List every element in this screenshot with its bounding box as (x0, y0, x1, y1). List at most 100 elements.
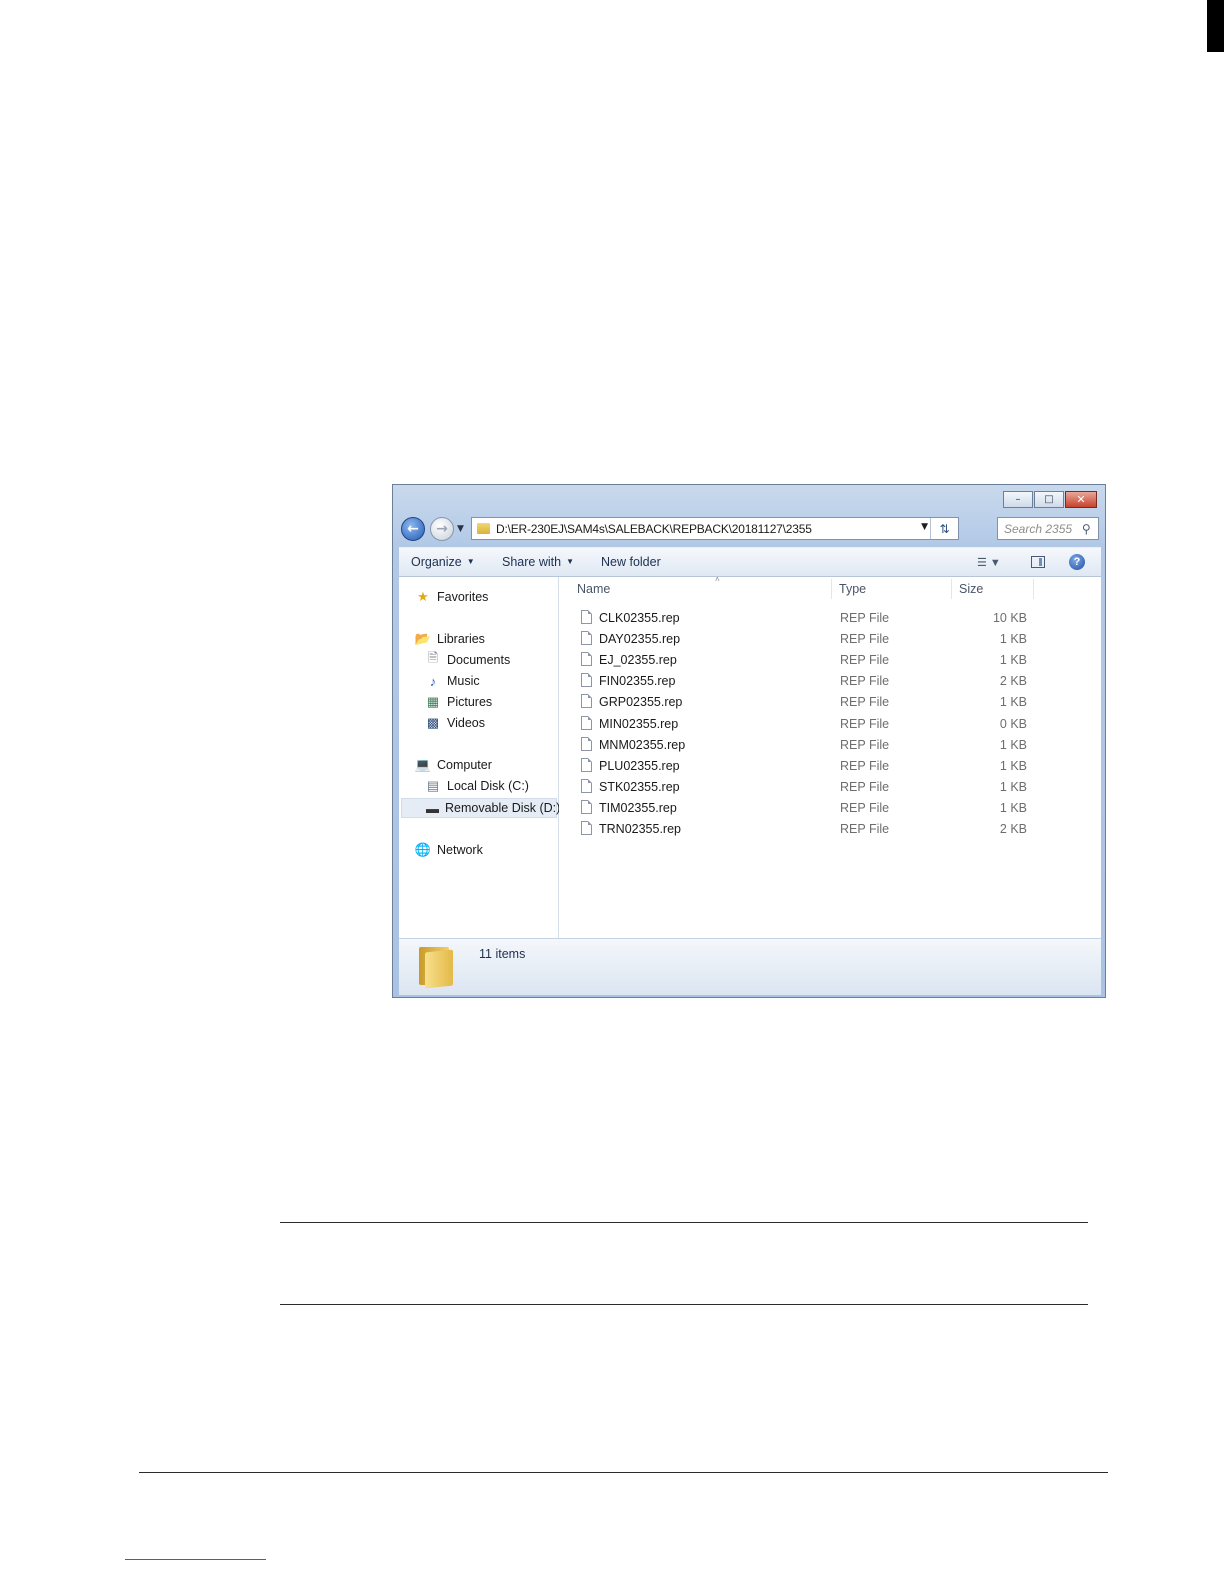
file-icon (581, 673, 592, 688)
file-size: 0 KB (999, 716, 1027, 731)
file-name: PLU02355.rep (599, 758, 680, 773)
documents-icon: 🗎 (427, 650, 439, 665)
nav-item-documents[interactable]: 🗎 Documents (425, 650, 510, 670)
file-row[interactable]: CLK02355.rep REP File 10 KB (559, 608, 1101, 629)
nav-item-favorites[interactable]: ★ Favorites (415, 587, 488, 607)
file-name: FIN02355.rep (599, 674, 676, 689)
nav-label: Pictures (447, 695, 493, 709)
nav-item-local-disk[interactable]: ▤ Local Disk (C:) (425, 776, 529, 796)
new-folder-button[interactable]: New folder (601, 555, 661, 569)
music-icon: ♪ (429, 673, 437, 689)
nav-item-pictures[interactable]: ▦ Pictures (425, 692, 492, 712)
address-path: D:\ER-230EJ\SAM4s\SALEBACK\REPBACK\20181… (496, 521, 812, 536)
address-bar[interactable]: D:\ER-230EJ\SAM4s\SALEBACK\REPBACK\20181… (471, 517, 959, 540)
sort-ascending-icon: ˄ (715, 575, 720, 584)
file-size: 1 KB (999, 779, 1027, 794)
nav-item-computer[interactable]: 💻 Computer (415, 755, 492, 775)
file-row[interactable]: GRP02355.rep REP File 1 KB (559, 692, 1101, 713)
back-arrow-icon[interactable]: ← (401, 517, 425, 541)
address-dropdown-icon[interactable]: ▼ (921, 522, 928, 532)
details-pane: 11 items (399, 938, 1101, 995)
file-size: 1 KB (999, 800, 1027, 815)
nav-item-removable-disk[interactable]: ▬ Removable Disk (D:) (401, 798, 561, 818)
file-row[interactable]: EJ_02355.rep REP File 1 KB (559, 650, 1101, 671)
file-type: REP File (840, 800, 890, 815)
search-icon[interactable]: ⚲ (1082, 522, 1091, 536)
change-view-icon[interactable]: ☰ ▼ (977, 556, 1001, 569)
footer-link-underline (125, 1559, 266, 1560)
navigation-bar: ← → ▼ D:\ER-230EJ\SAM4s\SALEBACK\REPBACK… (401, 517, 1099, 541)
close-button[interactable]: ✕ (1065, 491, 1097, 508)
file-icon (581, 694, 592, 709)
nav-label: Favorites (437, 590, 489, 604)
file-name: TRN02355.rep (599, 822, 681, 836)
file-row[interactable]: TIM02355.rep REP File 1 KB (559, 798, 1101, 819)
folder-icon (419, 947, 453, 989)
share-with-button[interactable]: Share with ▼ (502, 555, 574, 569)
column-header-size[interactable]: Size (959, 577, 1033, 601)
file-name: EJ_02355.rep (599, 653, 677, 668)
file-size: 1 KB (999, 695, 1027, 710)
divider-line (280, 1222, 1088, 1223)
column-divider[interactable] (1033, 579, 1034, 599)
pictures-icon: ▦ (426, 694, 440, 709)
file-name: GRP02355.rep (599, 695, 683, 710)
refresh-icon[interactable]: ⇅ (930, 518, 958, 539)
file-row[interactable]: TRN02355.rep REP File 2 KB (559, 819, 1101, 840)
file-row[interactable]: DAY02355.rep REP File 1 KB (559, 629, 1101, 650)
file-name: CLK02355.rep (599, 611, 680, 625)
file-row[interactable]: PLU02355.rep REP File 1 KB (559, 756, 1101, 777)
column-label: Type (839, 582, 867, 596)
divider-line (280, 1304, 1088, 1305)
nav-label: Network (437, 843, 483, 857)
star-icon: ★ (417, 589, 429, 604)
column-divider[interactable] (831, 579, 832, 599)
file-row[interactable]: FIN02355.rep REP File 2 KB (559, 671, 1101, 692)
column-header-name[interactable]: ˄ Name (577, 575, 831, 601)
forward-arrow-icon[interactable]: → (430, 517, 454, 541)
nav-label: Removable Disk (D:) (445, 801, 561, 815)
nav-item-network[interactable]: 🌐 Network (415, 840, 483, 860)
file-size: 1 KB (999, 653, 1027, 668)
recent-pages-dropdown[interactable]: ▼ (457, 524, 464, 534)
file-icon (581, 715, 592, 730)
nav-label: Computer (437, 758, 492, 772)
caption-buttons: – □ ✕ (1003, 491, 1097, 508)
file-name: MIN02355.rep (599, 716, 679, 731)
maximize-button[interactable]: □ (1034, 491, 1064, 508)
nav-item-videos[interactable]: ▩ Videos (425, 713, 485, 733)
help-icon[interactable]: ? (1069, 554, 1085, 570)
file-icon (581, 757, 592, 772)
file-size: 2 KB (999, 822, 1027, 836)
file-row[interactable]: MNM02355.rep REP File 1 KB (559, 735, 1101, 756)
chevron-down-icon: ▼ (566, 557, 574, 566)
nav-item-libraries[interactable]: 📂 Libraries (415, 629, 485, 649)
minimize-button[interactable]: – (1003, 491, 1033, 508)
local-disk-icon: ▤ (426, 778, 440, 793)
nav-item-music[interactable]: ♪ Music (425, 671, 480, 691)
item-count: 11 items (479, 947, 526, 961)
search-input[interactable] (1004, 521, 1080, 536)
file-name: TIM02355.rep (599, 800, 677, 815)
file-type: REP File (840, 758, 890, 773)
column-divider[interactable] (951, 579, 952, 599)
file-icon (581, 652, 592, 667)
column-label: Name (577, 582, 611, 596)
file-row[interactable]: MIN02355.rep REP File 0 KB (559, 714, 1101, 735)
search-box[interactable]: ⚲ (997, 517, 1099, 540)
organize-button[interactable]: Organize ▼ (411, 555, 475, 569)
network-icon: 🌐 (414, 842, 432, 857)
file-type: REP File (840, 695, 890, 710)
file-type: REP File (840, 737, 890, 752)
videos-icon: ▩ (426, 715, 440, 730)
organize-label: Organize (411, 555, 462, 569)
preview-pane-icon[interactable] (1031, 556, 1045, 568)
explorer-window: – □ ✕ ← → ▼ D:\ER-230EJ\SAM4s\SALEBACK\R… (392, 484, 1106, 998)
file-name: MNM02355.rep (599, 737, 686, 752)
column-header-type[interactable]: Type (839, 577, 951, 601)
file-row[interactable]: STK02355.rep REP File 1 KB (559, 777, 1101, 798)
folder-icon (477, 523, 490, 534)
removable-disk-icon: ▬ (426, 800, 439, 816)
navigation-pane: ★ Favorites 📂 Libraries 🗎 Documents ♪ Mu… (399, 577, 561, 938)
file-size: 1 KB (999, 737, 1027, 752)
